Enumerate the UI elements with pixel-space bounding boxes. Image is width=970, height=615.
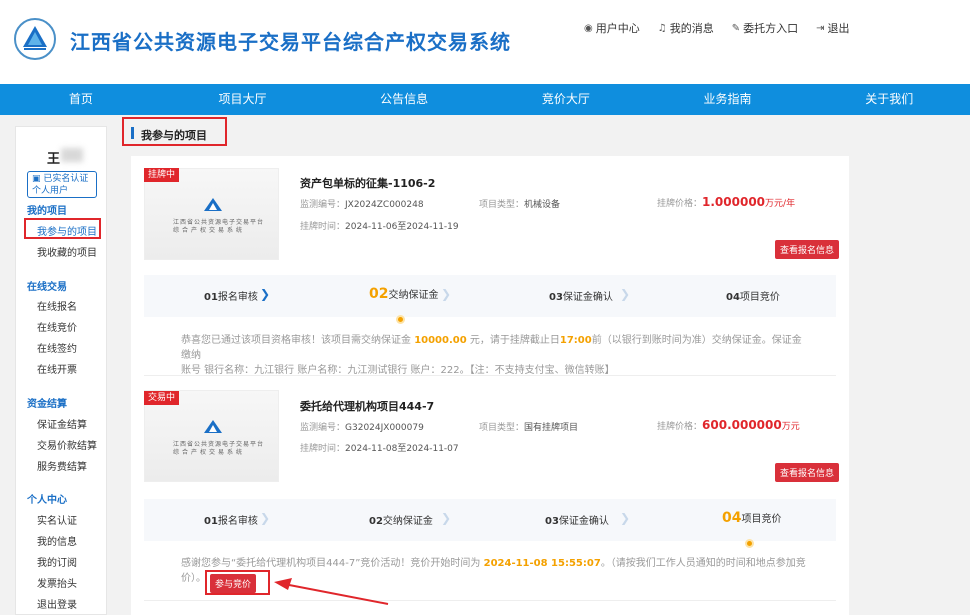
highlight-box-title	[122, 117, 227, 146]
header: 江西省公共资源电子交易平台综合产权交易系统 ◉ 用户中心 ♫ 我的消息 ✎ 委托方入口…	[0, 0, 970, 84]
step-bidding: 04项目竞价	[722, 510, 782, 526]
step-review: 01报名审核	[204, 516, 258, 527]
nav-project-hall[interactable]: 项目大厅	[162, 84, 324, 115]
project-type: 项目类型：机械设备	[479, 200, 561, 210]
step-deposit: 02交纳保证金	[369, 286, 439, 302]
logout-icon: ⇥	[816, 22, 825, 34]
site-logo[interactable]	[14, 18, 56, 60]
sidebar-item-online-invoice[interactable]: 在线开票	[37, 361, 77, 376]
nav-bidding-hall[interactable]: 竞价大厅	[485, 84, 647, 115]
divider	[144, 600, 836, 601]
chevron-right-icon: ❯	[620, 287, 631, 301]
messages-link[interactable]: ♫ 我的消息	[658, 20, 714, 36]
chevron-right-icon: ❯	[620, 511, 631, 525]
current-step-dot	[396, 315, 405, 324]
delegate-entry-link[interactable]: ✎ 委托方入口	[732, 20, 798, 36]
user-name: 王	[47, 152, 61, 167]
annotation-arrow-icon	[274, 578, 389, 605]
sidebar-item-invoice-header[interactable]: 发票抬头	[37, 575, 77, 590]
project-time: 挂牌时间：2024-11-06至2024-11-19	[300, 222, 459, 232]
deposit-message: 恭喜您已通过该项目资格审核！该项目需交纳保证金 10000.00 元，请于挂牌截…	[181, 335, 802, 376]
step-confirm: 03保证金确认	[549, 292, 613, 303]
project-code: 监测编号：G32024JX000079	[300, 423, 424, 433]
user-name-redaction	[61, 148, 83, 162]
sidebar-item-online-bidding[interactable]: 在线竞价	[37, 319, 77, 334]
step-confirm: 03保证金确认	[545, 516, 609, 527]
project-price: 挂牌价格：1.000000万元/年	[657, 195, 796, 209]
view-registration-button[interactable]: 查看报名信息	[775, 463, 840, 482]
step-review: 01报名审核	[204, 292, 258, 303]
sidebar-item-logout[interactable]: 退出登录	[37, 596, 77, 611]
top-links: ◉ 用户中心 ♫ 我的消息 ✎ 委托方入口 ⇥ 退出	[584, 20, 849, 36]
step-deposit: 02交纳保证金	[369, 516, 433, 527]
sidebar-section-personal-center: 个人中心	[27, 495, 67, 506]
step-bidding: 04项目竞价	[726, 292, 780, 303]
verified-badge: ▣ 已实名认证 个人用户	[27, 171, 97, 198]
sidebar-item-real-name-auth[interactable]: 实名认证	[37, 512, 77, 527]
highlight-box-bid	[205, 570, 270, 595]
main-nav: 首页 项目大厅 公告信息 竞价大厅 业务指南 关于我们	[0, 84, 970, 115]
current-step-dot	[745, 539, 754, 548]
status-tag: 挂牌中	[144, 168, 180, 182]
project-price: 挂牌价格：600.000000万元	[657, 418, 800, 432]
status-tag: 交易中	[144, 391, 180, 405]
progress-steps: 01报名审核 ❯ 02交纳保证金 ❯ 03保证金确认 ❯ 04项目竞价	[144, 275, 836, 317]
sidebar: 王 ▣ 已实名认证 个人用户 我的项目 我参与的项目 我收藏的项目 在线交易 在…	[15, 126, 107, 615]
highlight-box-sidebar	[24, 218, 101, 239]
thumb-logo-icon	[204, 420, 222, 433]
chevron-right-icon: ❯	[441, 511, 452, 525]
project-time: 挂牌时间：2024-11-08至2024-11-07	[300, 444, 459, 454]
sidebar-item-service-fee-settlement[interactable]: 服务费结算	[37, 458, 87, 473]
sidebar-item-deposit-settlement[interactable]: 保证金结算	[37, 416, 87, 431]
user-icon: ◉	[584, 22, 593, 34]
site-title: 江西省公共资源电子交易平台综合产权交易系统	[70, 30, 511, 54]
sidebar-item-payment-settlement[interactable]: 交易价款结算	[37, 437, 97, 452]
nav-home[interactable]: 首页	[0, 84, 162, 115]
project-type: 项目类型：国有挂牌项目	[479, 423, 579, 433]
nav-announcements[interactable]: 公告信息	[323, 84, 485, 115]
id-card-icon: ▣	[32, 174, 41, 184]
chevron-right-icon: ❯	[260, 511, 271, 525]
sidebar-item-favorite-projects[interactable]: 我收藏的项目	[37, 244, 97, 259]
chevron-right-icon: ❯	[441, 287, 452, 301]
logout-link[interactable]: ⇥ 退出	[816, 20, 849, 36]
divider	[144, 375, 836, 376]
sidebar-item-online-signing[interactable]: 在线签约	[37, 340, 77, 355]
project-title[interactable]: 委托给代理机构项目444-7	[300, 398, 434, 414]
sidebar-section-online-trading: 在线交易	[27, 282, 67, 293]
nav-about-us[interactable]: 关于我们	[808, 84, 970, 115]
chevron-right-icon: ❯	[260, 287, 271, 301]
bell-icon: ♫	[657, 22, 667, 34]
user-center-link[interactable]: ◉ 用户中心	[584, 20, 640, 36]
delegate-icon: ✎	[731, 22, 741, 34]
sidebar-item-my-info[interactable]: 我的信息	[37, 533, 77, 548]
sidebar-section-my-projects: 我的项目	[27, 206, 67, 217]
thumb-logo-icon	[204, 198, 222, 211]
view-registration-button[interactable]: 查看报名信息	[775, 240, 840, 259]
sidebar-item-online-registration[interactable]: 在线报名	[37, 298, 77, 313]
project-title[interactable]: 资产包单标的征集-1106-2	[300, 175, 435, 191]
project-code: 监测编号：JX2024ZC000248	[300, 200, 424, 210]
sidebar-item-my-subscriptions[interactable]: 我的订阅	[37, 554, 77, 569]
sidebar-section-settlement: 资金结算	[27, 399, 67, 410]
progress-steps: 01报名审核 ❯ 02交纳保证金 ❯ 03保证金确认 ❯ 04项目竞价	[144, 499, 836, 541]
nav-business-guide[interactable]: 业务指南	[647, 84, 809, 115]
